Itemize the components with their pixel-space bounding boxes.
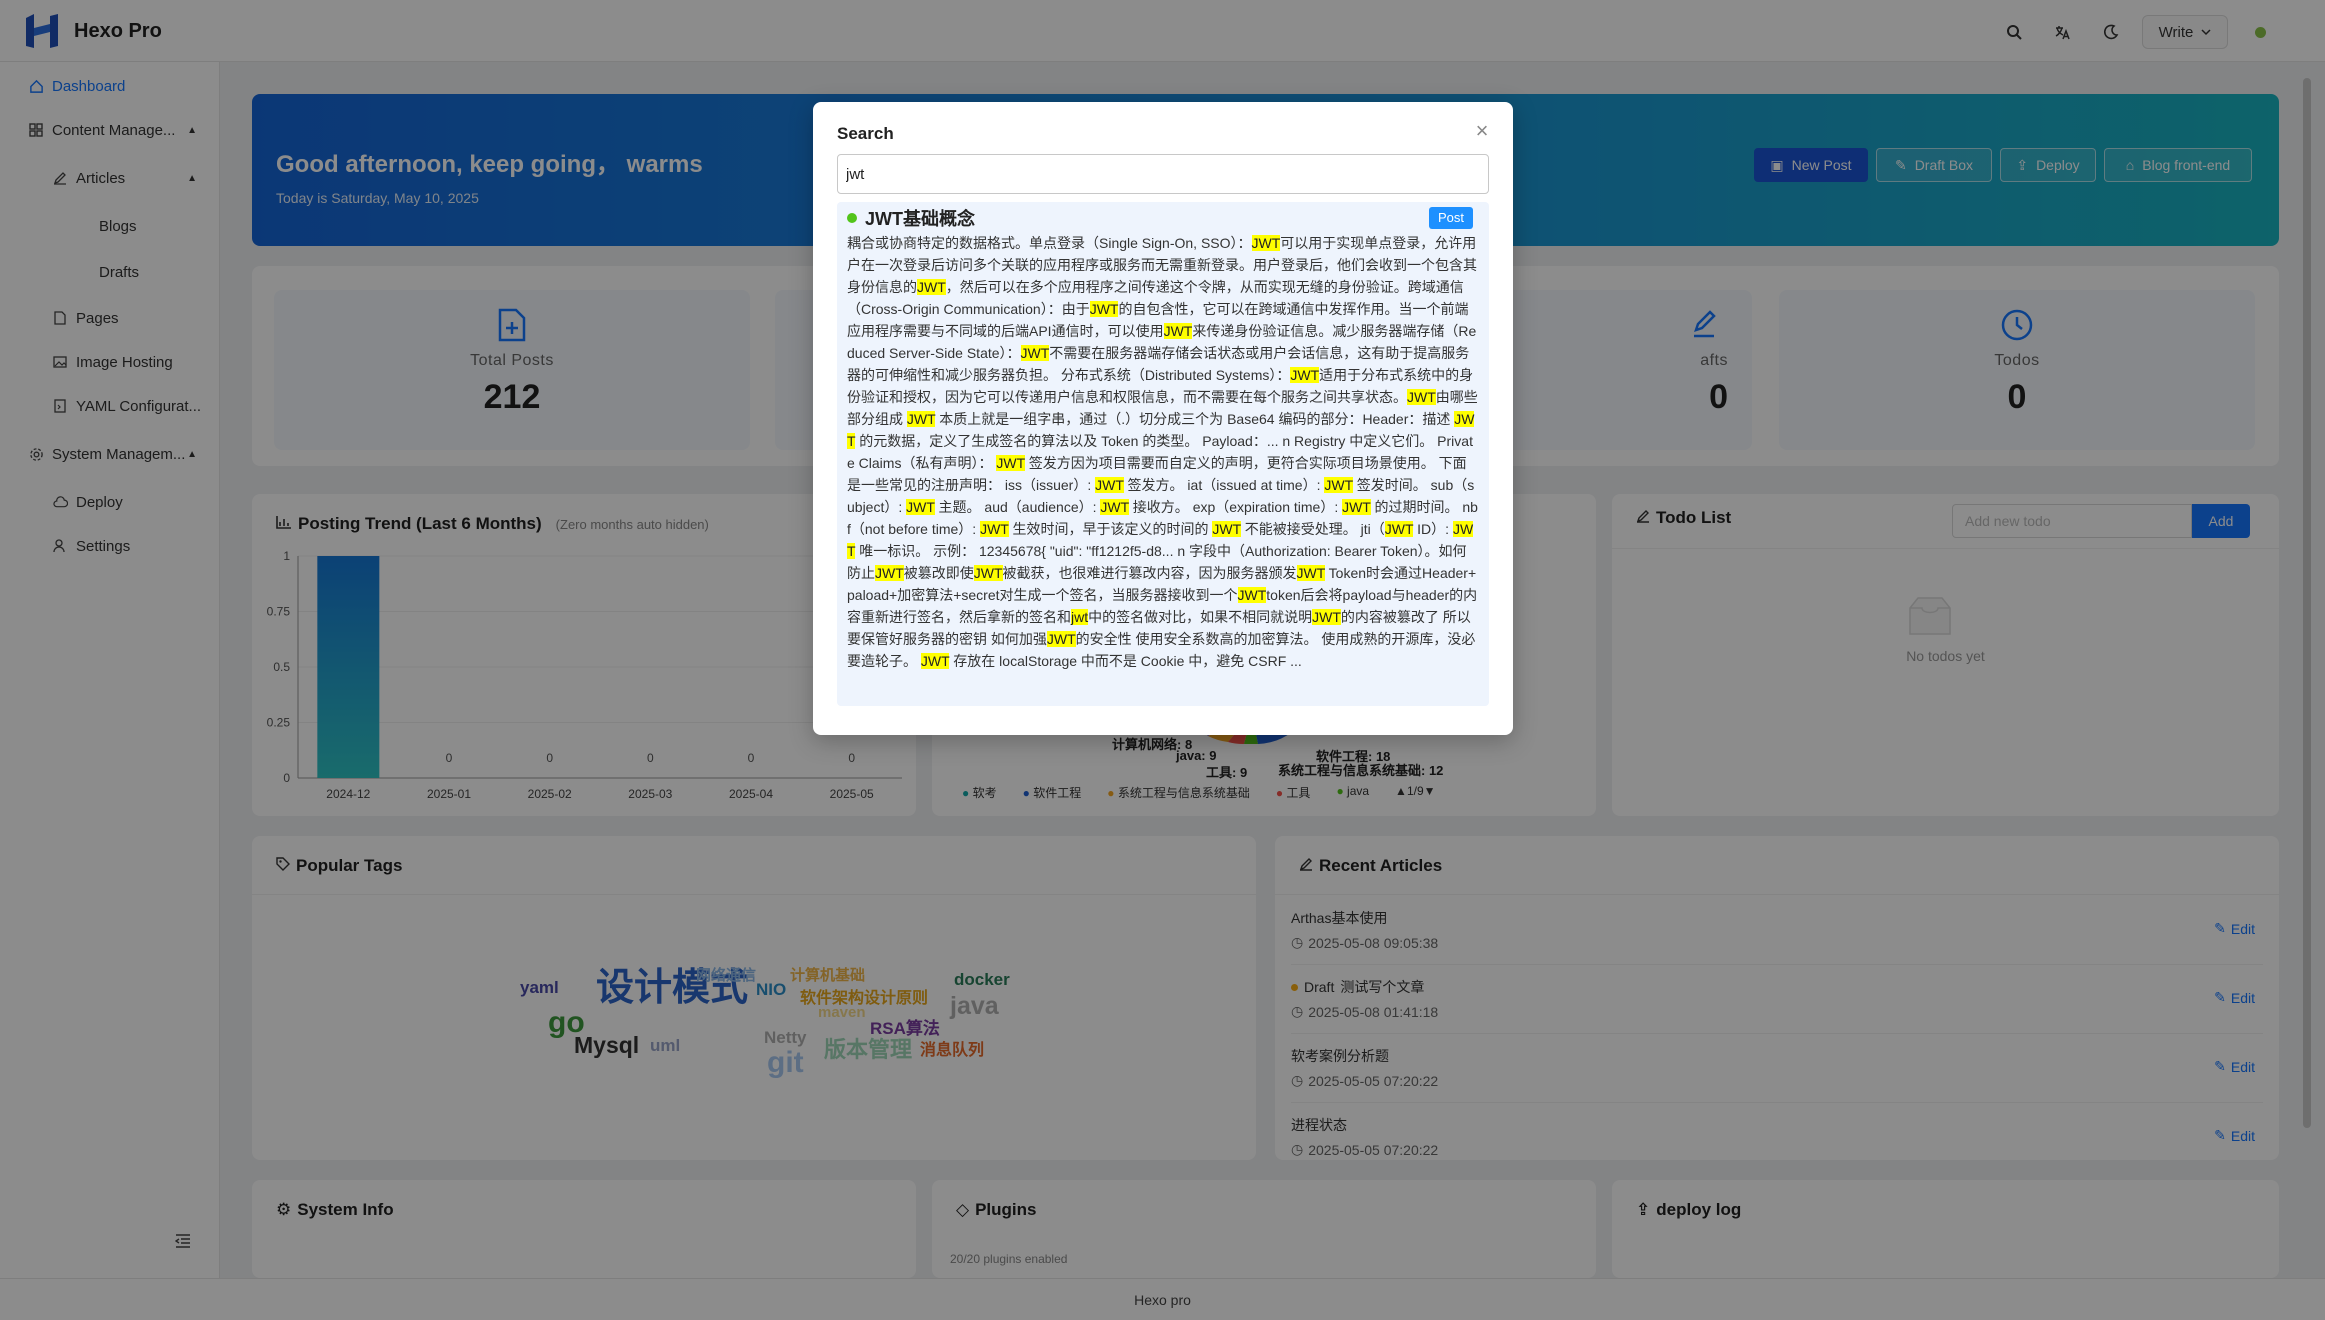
- highlighted-keyword: JWT: [996, 455, 1025, 471]
- highlighted-keyword: JWT: [973, 565, 1003, 581]
- highlighted-keyword: JWT: [906, 499, 935, 515]
- snippet-text: 签发方。 iat（issued at time）:: [1123, 477, 1325, 493]
- highlighted-keyword: JWT: [1163, 323, 1193, 339]
- snippet-text: 生效时间，早于该定义的时间的: [1008, 521, 1213, 537]
- result-title[interactable]: JWT基础概念: [865, 205, 975, 231]
- result-snippet: 耦合或协商特定的数据格式。单点登录（Single Sign-On, SSO）：J…: [847, 232, 1479, 672]
- highlighted-keyword: jwt: [1071, 609, 1089, 625]
- search-modal: Search × JWT基础概念 Post 耦合或协商特定的数据格式。单点登录（…: [813, 102, 1513, 735]
- highlighted-keyword: JWT: [1290, 367, 1320, 383]
- highlighted-keyword: JWT: [1296, 565, 1326, 581]
- highlighted-keyword: JWT: [1020, 345, 1050, 361]
- highlighted-keyword: JWT: [1212, 521, 1241, 537]
- highlighted-keyword: JWT: [1384, 521, 1414, 537]
- highlighted-keyword: JWT: [917, 279, 946, 295]
- highlighted-keyword: JWT: [1342, 499, 1371, 515]
- snippet-text: 本质上就是一组字串，通过（.）切分成三个为 Base64 编码的部分：Heade…: [935, 411, 1455, 427]
- snippet-text: 存放在 localStorage 中而不是 Cookie 中，避免 CSRF .…: [949, 653, 1302, 669]
- search-result-item[interactable]: JWT基础概念 Post 耦合或协商特定的数据格式。单点登录（Single Si…: [837, 202, 1489, 706]
- highlighted-keyword: JWT: [1089, 301, 1119, 317]
- snippet-text: 主题。 aud（audience）:: [934, 499, 1101, 515]
- status-dot-icon: [847, 213, 857, 223]
- highlighted-keyword: JWT: [1312, 609, 1341, 625]
- highlighted-keyword: JWT: [920, 653, 950, 669]
- close-icon[interactable]: ×: [1471, 120, 1493, 142]
- highlighted-keyword: JWT: [1251, 235, 1281, 251]
- highlighted-keyword: JWT: [980, 521, 1009, 537]
- snippet-text: 不能被接受处理。 jti（: [1240, 521, 1385, 537]
- snippet-text: ID）:: [1413, 521, 1453, 537]
- highlighted-keyword: JWT: [906, 411, 936, 427]
- highlighted-keyword: JWT: [875, 565, 904, 581]
- search-input[interactable]: [837, 154, 1489, 194]
- snippet-text: 中的签名做对比，如果不相同就说明: [1088, 609, 1313, 625]
- highlighted-keyword: JWT: [1407, 389, 1436, 405]
- highlighted-keyword: JWT: [1237, 587, 1267, 603]
- result-type-badge: Post: [1428, 207, 1473, 229]
- highlighted-keyword: JWT: [1046, 631, 1076, 647]
- snippet-text: 耦合或协商特定的数据格式。单点登录（Single Sign-On, SSO）：: [847, 235, 1252, 251]
- snippet-text: 被截获，也很难进行篡改内容，因为服务器颁发: [1002, 565, 1297, 581]
- modal-title: Search: [837, 124, 894, 143]
- highlighted-keyword: JWT: [1324, 477, 1353, 493]
- snippet-text: 接收方。 exp（expiration time）:: [1128, 499, 1343, 515]
- highlighted-keyword: JWT: [1100, 499, 1129, 515]
- highlighted-keyword: JWT: [1095, 477, 1124, 493]
- snippet-text: 被篡改即使: [903, 565, 974, 581]
